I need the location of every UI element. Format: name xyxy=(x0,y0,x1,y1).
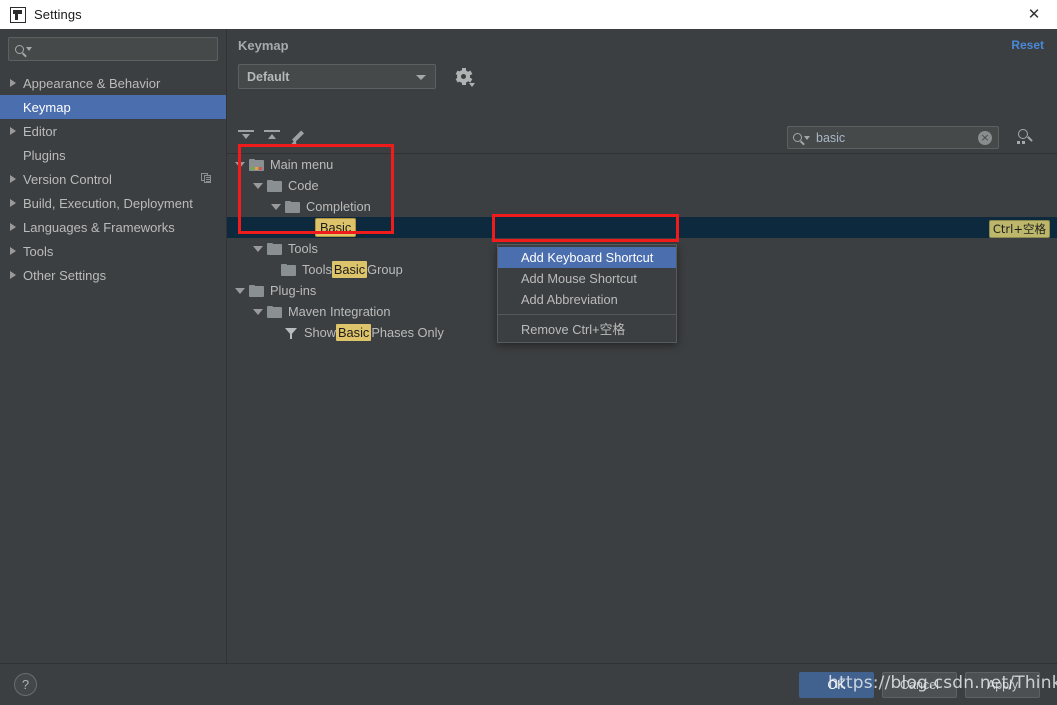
keymap-panel: Keymap Reset Default basic × Main menu C… xyxy=(227,29,1057,663)
sidebar-item-tools[interactable]: Tools xyxy=(0,239,226,263)
shortcut-badge: Ctrl+空格 xyxy=(988,220,1050,238)
sidebar-search-wrap xyxy=(0,29,226,61)
sidebar-item-label: Version Control xyxy=(23,171,112,187)
chevron-right-icon xyxy=(10,247,16,255)
folder-icon xyxy=(249,284,264,297)
search-value: basic xyxy=(816,130,846,145)
keymap-scheme-select[interactable]: Default xyxy=(238,64,436,89)
sidebar-item-label: Plugins xyxy=(23,147,66,163)
chevron-right-icon xyxy=(10,79,16,87)
menu-item-remove-shortcut[interactable]: Remove Ctrl+空格 xyxy=(498,319,676,340)
sidebar-item-languages-frameworks[interactable]: Languages & Frameworks xyxy=(0,215,226,239)
sidebar-item-keymap[interactable]: Keymap xyxy=(0,95,226,119)
sidebar-item-label: Languages & Frameworks xyxy=(23,219,175,235)
chevron-down-icon xyxy=(804,135,810,140)
folder-icon xyxy=(267,179,282,192)
shortcut-context-menu[interactable]: Add Keyboard Shortcut Add Mouse Shortcut… xyxy=(497,244,677,343)
page-title: Keymap xyxy=(238,38,289,53)
settings-dialog: Appearance & Behavior Keymap Editor Plug… xyxy=(0,29,1057,705)
search-icon xyxy=(793,133,802,142)
tree-row[interactable]: Main menu xyxy=(227,154,1057,175)
tree-row-label: Plug-ins xyxy=(270,283,317,298)
keymap-actions-tree[interactable]: Main menu Code Completion Basic Ctrl+空格 … xyxy=(227,153,1057,663)
sidebar-item-label: Other Settings xyxy=(23,267,107,283)
tree-row[interactable]: Code xyxy=(227,175,1057,196)
watermark-text: https://blog.csdn.net/ThinkWon xyxy=(828,673,1057,693)
keymap-scheme-row: Default xyxy=(238,64,475,89)
tree-row-label-after: Phases Only xyxy=(371,325,444,340)
tree-row-label: Main menu xyxy=(270,157,334,172)
close-icon[interactable]: ✕ xyxy=(1011,0,1057,29)
tree-row-label: Tools xyxy=(288,241,318,256)
main-menu-folder-icon xyxy=(249,158,264,171)
tree-row-basic-selected[interactable]: Basic Ctrl+空格 xyxy=(227,217,1057,238)
chevron-right-icon xyxy=(10,271,16,279)
chevron-down-icon[interactable] xyxy=(271,203,281,210)
sidebar-item-appearance-behavior[interactable]: Appearance & Behavior xyxy=(0,71,226,95)
sidebar-item-version-control[interactable]: Version Control xyxy=(0,167,226,191)
chevron-right-icon xyxy=(10,199,16,207)
tree-row-label: Maven Integration xyxy=(288,304,391,319)
chevron-down-icon[interactable] xyxy=(235,287,245,294)
sidebar-item-build-execution-deployment[interactable]: Build, Execution, Deployment xyxy=(0,191,226,215)
expand-all-icon[interactable] xyxy=(235,128,257,148)
chevron-right-icon xyxy=(10,223,16,231)
sidebar-item-label: Appearance & Behavior xyxy=(23,75,161,91)
reset-link[interactable]: Reset xyxy=(1011,38,1044,52)
window-titlebar: Settings ✕ xyxy=(0,0,1057,29)
chevron-down-icon[interactable] xyxy=(253,245,263,252)
help-button[interactable]: ? xyxy=(14,673,37,696)
sidebar-item-plugins[interactable]: Plugins xyxy=(0,143,226,167)
folder-icon xyxy=(267,242,282,255)
tree-row-label-highlight: Basic xyxy=(336,324,372,341)
tree-row[interactable]: Completion xyxy=(227,196,1057,217)
collapse-all-icon[interactable] xyxy=(261,128,283,148)
window-title: Settings xyxy=(34,7,82,22)
intellij-idea-icon xyxy=(10,6,26,23)
filter-funnel-icon xyxy=(285,327,298,339)
gear-icon[interactable] xyxy=(455,68,475,87)
menu-item-add-abbreviation[interactable]: Add Abbreviation xyxy=(498,289,676,310)
settings-search-input[interactable] xyxy=(8,37,218,61)
menu-separator xyxy=(498,314,676,315)
tree-row-label: Completion xyxy=(306,199,371,214)
chevron-down-icon[interactable] xyxy=(235,161,245,168)
tree-row-label-after: Group xyxy=(367,262,403,277)
search-input[interactable]: basic × xyxy=(787,126,999,149)
sidebar-item-editor[interactable]: Editor xyxy=(0,119,226,143)
tree-row-label-highlight: Basic xyxy=(331,261,368,278)
settings-sidebar: Appearance & Behavior Keymap Editor Plug… xyxy=(0,29,227,663)
folder-icon xyxy=(281,263,296,276)
sidebar-item-label: Tools xyxy=(23,243,54,259)
edit-shortcut-icon[interactable] xyxy=(287,128,309,148)
chevron-right-icon xyxy=(10,175,16,183)
folder-icon xyxy=(285,200,300,213)
tree-row-label-before: Tools xyxy=(302,262,332,277)
search-icon xyxy=(15,44,24,54)
menu-item-add-mouse-shortcut[interactable]: Add Mouse Shortcut xyxy=(498,268,676,289)
sidebar-item-label: Build, Execution, Deployment xyxy=(23,195,193,211)
chevron-down-icon[interactable] xyxy=(253,182,263,189)
sidebar-item-label: Editor xyxy=(23,123,57,139)
settings-nav-list: Appearance & Behavior Keymap Editor Plug… xyxy=(0,71,226,287)
tree-row-label: Code xyxy=(288,178,319,193)
find-by-shortcut-icon[interactable] xyxy=(1015,128,1035,147)
keymap-scheme-value: Default xyxy=(247,69,290,84)
chevron-placeholder-icon xyxy=(10,103,16,111)
chevron-right-icon xyxy=(10,127,16,135)
sidebar-item-other-settings[interactable]: Other Settings xyxy=(0,263,226,287)
tree-row-label-before: Show xyxy=(304,325,337,340)
clear-search-icon[interactable]: × xyxy=(978,131,992,145)
sidebar-item-label: Keymap xyxy=(23,99,71,115)
chevron-down-icon xyxy=(416,75,426,80)
folder-icon xyxy=(267,305,282,318)
keymap-tree-toolbar: basic × xyxy=(227,123,1057,153)
tree-row-label-highlight: Basic xyxy=(315,218,357,237)
copy-settings-icon xyxy=(201,173,212,184)
chevron-down-icon xyxy=(26,47,32,51)
menu-item-add-keyboard-shortcut[interactable]: Add Keyboard Shortcut xyxy=(498,247,676,268)
chevron-placeholder-icon xyxy=(10,151,16,159)
chevron-down-icon[interactable] xyxy=(253,308,263,315)
